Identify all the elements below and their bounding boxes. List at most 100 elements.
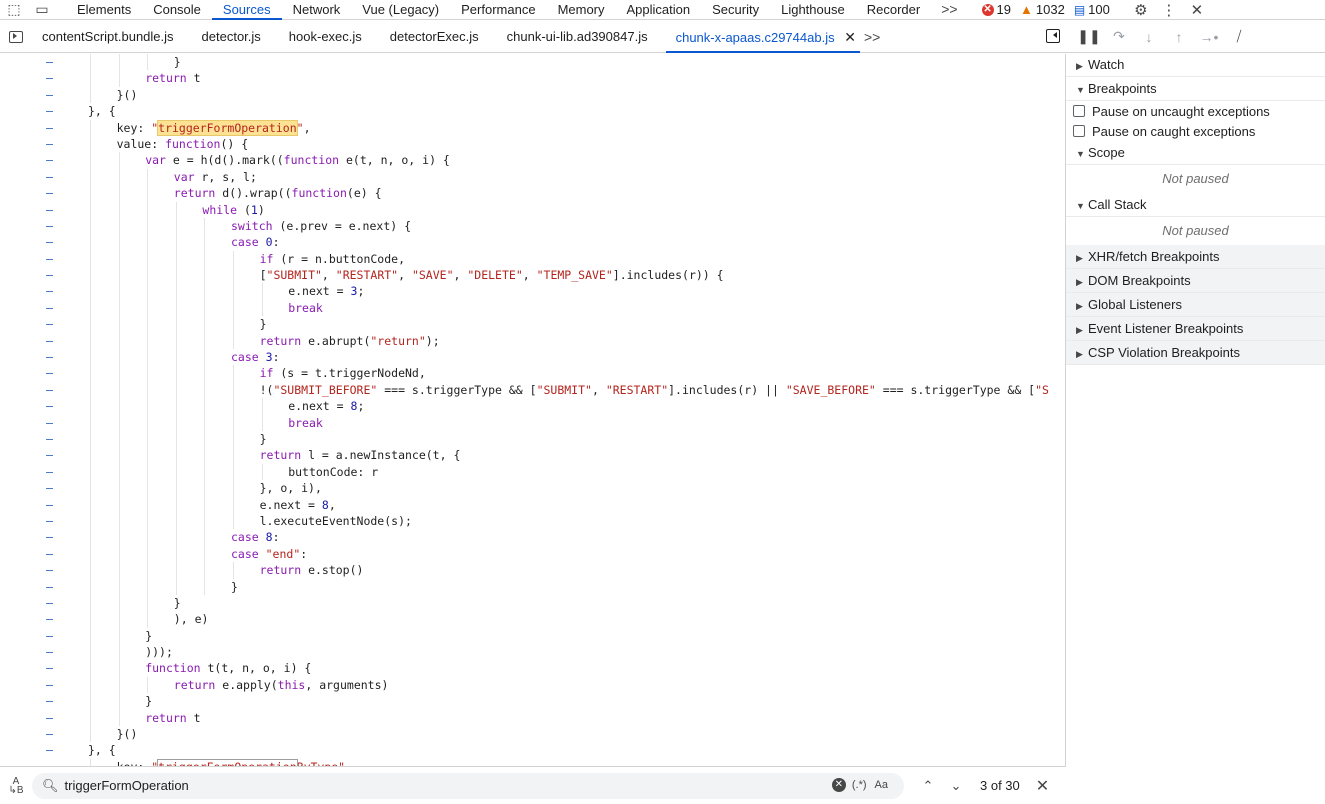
indent-guide	[175, 430, 177, 448]
indent-guide	[118, 676, 120, 694]
tab-console[interactable]: Console	[142, 0, 212, 20]
indent-guide	[147, 562, 149, 579]
indent-guide	[175, 332, 177, 350]
tab-lighthouse[interactable]: Lighthouse	[770, 0, 856, 20]
file-tab-active[interactable]: chunk-x-apaas.c29744ab.js ✕	[665, 21, 860, 53]
error-count[interactable]: ✕ 19	[981, 2, 1011, 17]
code-text: }	[174, 54, 181, 70]
code-token: while	[202, 202, 244, 217]
close-devtools-icon[interactable]: ✕	[1183, 1, 1211, 19]
code-token: === s.triggerType && [	[377, 382, 537, 397]
pane-header-call-stack[interactable]: ▼ Call Stack	[1066, 193, 1325, 217]
code-token: "SUBMIT_BEFORE"	[273, 382, 378, 397]
indent-guide	[233, 398, 234, 415]
more-file-tabs-button[interactable]: >>	[864, 29, 880, 45]
pane-header-xhr-fetch-breakpoints[interactable]: ▶ XHR/fetch Breakpoints	[1066, 245, 1325, 269]
warning-count[interactable]: ▲ 1032	[1020, 2, 1065, 17]
indent-guide	[147, 430, 149, 448]
step-icon[interactable]: →•	[1194, 29, 1224, 45]
search-options: ✕ (.*) Aa	[831, 777, 896, 792]
checkbox[interactable]	[1073, 125, 1085, 137]
indent-guide	[118, 234, 120, 251]
pane-header-watch[interactable]: ▶ Watch	[1066, 53, 1325, 77]
tab-recorder[interactable]: Recorder	[856, 0, 931, 20]
indent-guide	[90, 299, 91, 317]
indent-guide	[233, 332, 234, 350]
file-tab[interactable]: detector.js	[192, 21, 279, 53]
file-tab-list: contentScript.bundle.js detector.js hook-e…	[32, 21, 666, 53]
pause-uncaught-checkbox-row[interactable]: Pause on uncaught exceptions	[1066, 101, 1325, 121]
file-tab[interactable]: hook-exec.js	[279, 21, 380, 53]
regex-toggle[interactable]: (.*)	[852, 779, 867, 791]
code-line: ["SUBMIT", "RESTART", "SAVE", "DELETE", …	[0, 267, 1065, 284]
device-toolbar-icon[interactable]: ▭	[28, 0, 56, 20]
pane-header-breakpoints[interactable]: ▼ Breakpoints	[1066, 77, 1325, 101]
indent-guide	[147, 332, 149, 350]
code-line: var r, s, l;	[0, 168, 1065, 186]
code-token: break	[288, 300, 323, 315]
collapsed-triangle-icon: ▶	[1076, 349, 1083, 359]
pause-caught-checkbox-row[interactable]: Pause on caught exceptions	[1066, 121, 1325, 141]
tab-application[interactable]: Application	[616, 0, 702, 20]
code-line: return l = a.newInstance(t, {	[0, 447, 1065, 464]
message-count[interactable]: ▤ 100	[1074, 2, 1110, 17]
step-over-icon[interactable]: ↷	[1104, 28, 1134, 45]
code-token: "RESTART"	[605, 382, 669, 397]
indent-guide	[175, 217, 177, 235]
step-out-icon[interactable]: ↑	[1164, 29, 1194, 45]
indent-guide	[147, 676, 149, 694]
tab-elements[interactable]: Elements	[66, 0, 142, 20]
file-tab[interactable]: detectorExec.js	[380, 21, 497, 53]
code-token: 1	[250, 202, 258, 217]
pause-resume-icon[interactable]: ❚❚	[1074, 28, 1104, 45]
panel-tabbar: ⬚ ▭ Elements Console Sources Network Vue (Le…	[0, 0, 1325, 20]
match-case-toggle[interactable]: Aa	[875, 779, 888, 791]
close-tab-icon[interactable]: ✕	[844, 29, 856, 45]
collapsed-triangle-icon: ▶	[1076, 61, 1083, 71]
toggle-navigator-icon[interactable]	[0, 21, 32, 53]
kebab-menu-icon[interactable]: ⋮	[1155, 1, 1183, 19]
settings-gear-icon[interactable]: ⚙	[1127, 1, 1155, 19]
pane-header-global-listeners[interactable]: ▶ Global Listeners	[1066, 293, 1325, 317]
status-counts[interactable]: ✕ 19 ▲ 1032 ▤ 100	[981, 0, 1119, 20]
toggle-debugger-icon[interactable]	[1046, 29, 1060, 43]
pane-header-dom-breakpoints[interactable]: ▶ DOM Breakpoints	[1066, 269, 1325, 293]
code-editor[interactable]: } return t}()}, {key: "triggerFormOperati…	[0, 54, 1066, 766]
next-match-icon[interactable]: ⌄	[942, 778, 970, 794]
code-line: }	[0, 316, 1065, 333]
close-search-icon[interactable]: ✕	[1036, 776, 1049, 796]
indent-guide	[90, 709, 91, 727]
inspect-element-icon[interactable]: ⬚	[0, 0, 28, 20]
tab-performance[interactable]: Performance	[450, 0, 546, 20]
clear-search-icon[interactable]: ✕	[831, 777, 846, 792]
indent-guide	[118, 693, 120, 710]
previous-match-icon[interactable]: ⌃	[914, 778, 942, 794]
tab-network[interactable]: Network	[282, 0, 352, 20]
pane-header-event-listener-breakpoints[interactable]: ▶ Event Listener Breakpoints	[1066, 317, 1325, 341]
pane-header-csp-violation-breakpoints[interactable]: ▶ CSP Violation Breakpoints	[1066, 341, 1325, 365]
indent-guide	[204, 381, 206, 399]
file-tab[interactable]: contentScript.bundle.js	[32, 21, 192, 53]
indent-guide	[118, 201, 120, 218]
code-token: l.executeEventNode(s);	[259, 513, 412, 528]
more-panels-button[interactable]: >>	[931, 0, 967, 19]
tab-vue-legacy[interactable]: Vue (Legacy)	[351, 0, 450, 20]
search-input[interactable]: triggerFormOperation	[65, 778, 189, 793]
step-into-icon[interactable]: ↓	[1134, 29, 1164, 45]
pane-header-label: Breakpoints	[1088, 81, 1157, 96]
file-tab[interactable]: chunk-ui-lib.ad390847.js	[497, 21, 666, 53]
deactivate-breakpoints-icon[interactable]: ⧸	[1224, 28, 1254, 45]
code-text: !("SUBMIT_BEFORE" === s.triggerType && […	[260, 382, 1049, 398]
indent-guide	[175, 349, 177, 366]
tab-memory[interactable]: Memory	[547, 0, 616, 20]
code-token: l = a.newInstance(t, {	[308, 448, 461, 463]
search-field[interactable]: 🔍︎ triggerFormOperation ✕ (.*) Aa	[32, 772, 904, 799]
code-token: e.next =	[288, 399, 351, 414]
code-text: case 0:	[231, 234, 280, 250]
toggle-replace-icon[interactable]: A ↳B	[0, 776, 32, 795]
pane-header-scope[interactable]: ▼ Scope	[1066, 141, 1325, 165]
checkbox[interactable]	[1073, 105, 1085, 117]
tab-security[interactable]: Security	[701, 0, 770, 20]
tab-sources[interactable]: Sources	[211, 0, 282, 20]
indent-guide	[90, 135, 91, 153]
